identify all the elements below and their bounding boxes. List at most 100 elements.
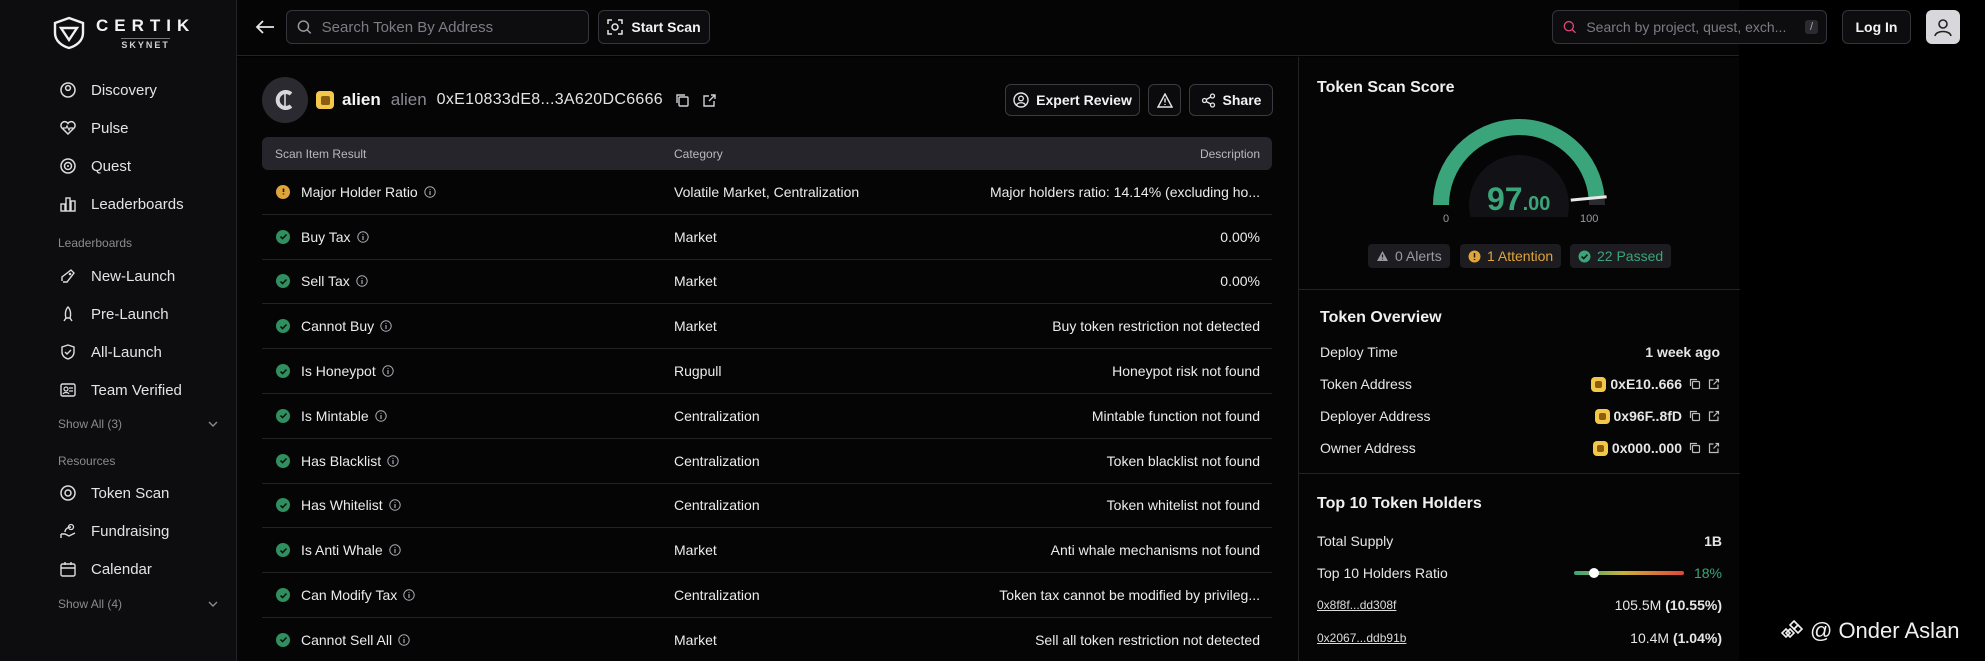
sidebar-item-pulse[interactable]: Pulse (58, 115, 129, 141)
table-row[interactable]: Cannot Buy Market Buy token restriction no… (262, 304, 1272, 350)
start-scan-button[interactable]: Start Scan (598, 10, 710, 44)
sidebar-item-all-launch[interactable]: All-Launch (58, 339, 162, 365)
info-icon[interactable] (387, 454, 399, 467)
holders-ratio-label: Top 10 Holders Ratio (1317, 565, 1448, 581)
table-row[interactable]: Is Mintable Centralization Mintable functi… (262, 394, 1272, 439)
holders-ratio-bar (1573, 568, 1684, 578)
info-icon[interactable] (398, 634, 410, 646)
external-link-icon[interactable] (1708, 442, 1720, 454)
scan-icon (607, 19, 624, 35)
scan-description-cell: Token whitelist not found (1106, 497, 1260, 514)
column-header-result: Scan Item Result (275, 146, 367, 161)
discovery-icon (58, 80, 78, 100)
login-button[interactable]: Log In (1842, 10, 1911, 44)
sidebar-item-fundraising[interactable]: Fundraising (58, 518, 169, 544)
project-search-box[interactable]: / (1552, 10, 1827, 44)
avatar[interactable] (1926, 10, 1960, 44)
sidebar-item-label: New-Launch (91, 267, 176, 285)
project-search-input[interactable] (1586, 19, 1799, 35)
external-link-icon[interactable] (702, 93, 717, 108)
copy-icon[interactable] (1689, 378, 1701, 390)
sidebar-item-calendar[interactable]: Calendar (58, 556, 152, 582)
sidebar-item-new-launch[interactable]: New-Launch (58, 263, 175, 289)
sidebar-item-discovery[interactable]: Discovery (58, 77, 157, 103)
leaderboards-section-title: Leaderboards (58, 236, 133, 250)
gauge-min-label: 0 (1443, 213, 1450, 225)
token-name: alien (390, 90, 427, 109)
overview-value[interactable]: 0xE10..666 (1610, 376, 1682, 392)
overview-value[interactable]: 0x96F..8fD (1614, 408, 1682, 424)
sidebar-item-token-scan[interactable]: Token Scan (58, 480, 169, 506)
table-row[interactable]: Sell Tax Market 0.00% (262, 260, 1272, 305)
certik-logo[interactable]: CERTIK SKYNET (52, 16, 195, 50)
external-link-icon[interactable] (1708, 410, 1720, 422)
scan-item-name: Is Honeypot (301, 363, 376, 380)
back-button[interactable] (252, 14, 278, 40)
info-icon[interactable] (356, 230, 369, 243)
sidebar-item-label: Quest (91, 157, 132, 175)
table-row[interactable]: Has Blacklist Centralization Token blackli… (262, 439, 1272, 484)
holder-row: 0x8f8f...dd308f 105.5M (10.55%) (1317, 594, 1722, 616)
scan-category-cell: Centralization (674, 407, 760, 424)
sidebar-item-label: Fundraising (91, 522, 170, 540)
scan-item-cell: Buy Tax (262, 229, 672, 245)
sidebar-item-label: Pre-Launch (91, 305, 169, 323)
scan-item-name: Can Modify Tax (301, 587, 398, 604)
overview-row-deployer-address: Deployer Address 0x96F..8fD (1320, 405, 1720, 427)
info-icon[interactable] (380, 320, 392, 332)
external-link-icon[interactable] (1708, 378, 1720, 390)
table-row[interactable]: Cannot Sell All Market Sell all token rest… (262, 618, 1272, 661)
copy-icon[interactable] (675, 93, 690, 108)
check-circle-icon (276, 453, 290, 468)
search-icon (297, 20, 312, 34)
scan-category-cell: Market (674, 318, 717, 335)
column-header-description: Description (1199, 146, 1260, 161)
table-row[interactable]: Is Honeypot Rugpull Honeypot risk not foun… (262, 349, 1272, 394)
total-supply-value: 1B (1704, 533, 1722, 549)
holder-address-link[interactable]: 0x8f8f...dd308f (1317, 598, 1396, 612)
copy-icon[interactable] (1689, 442, 1701, 454)
info-icon[interactable] (382, 365, 394, 377)
overview-value[interactable]: 0x000..000 (1612, 440, 1682, 456)
expert-review-button[interactable]: Expert Review (1005, 84, 1140, 116)
table-row[interactable]: Major Holder Ratio Volatile Market, Centr… (262, 170, 1272, 215)
sidebar-item-leaderboards[interactable]: Leaderboards (58, 191, 184, 217)
table-row[interactable]: Has Whitelist Centralization Token whiteli… (262, 484, 1272, 529)
info-icon[interactable] (424, 186, 436, 198)
pre-launch-icon (58, 304, 78, 324)
overview-value: 1 week ago (1645, 344, 1720, 360)
table-row[interactable]: Buy Tax Market 0.00% (262, 215, 1272, 260)
scan-item-cell: Sell Tax (262, 273, 672, 289)
holder-row: 0x2067...ddb91b 10.4M (1.04%) (1317, 627, 1722, 649)
scan-item-cell: Major Holder Ratio (262, 184, 672, 200)
sidebar-item-pre-launch[interactable]: Pre-Launch (58, 301, 169, 327)
scan-item-cell: Is Anti Whale (262, 542, 672, 558)
right-panel: Token Scan Score 97.00 0 100 0 Alerts 1 … (1298, 57, 1740, 661)
table-row[interactable]: Can Modify Tax Centralization Token tax ca… (262, 573, 1272, 618)
info-icon[interactable] (389, 544, 401, 556)
scan-item-name: Buy Tax (301, 228, 351, 245)
share-icon (1201, 92, 1215, 108)
check-circle-icon (276, 274, 290, 289)
attention-count: 1 Attention (1487, 248, 1554, 264)
holder-address-link[interactable]: 0x2067...ddb91b (1317, 631, 1406, 645)
token-search-input[interactable] (321, 18, 588, 36)
scan-category-cell: Centralization (674, 497, 760, 514)
token-search-box[interactable] (286, 10, 589, 44)
show-all-resources[interactable]: Show All (4) (58, 597, 218, 611)
table-row[interactable]: Is Anti Whale Market Anti whale mechanisms… (262, 528, 1272, 574)
sidebar-item-team-verified[interactable]: Team Verified (58, 377, 182, 403)
info-icon[interactable] (375, 410, 387, 422)
sidebar-item-quest[interactable]: Quest (58, 153, 131, 179)
show-all-label: Show All (3) (58, 417, 123, 431)
info-icon[interactable] (388, 499, 401, 512)
check-circle-icon (276, 632, 290, 647)
info-icon[interactable] (403, 589, 415, 601)
copy-icon[interactable] (1689, 410, 1701, 422)
share-button[interactable]: Share (1189, 84, 1273, 116)
info-icon[interactable] (356, 275, 368, 288)
check-circle-icon (276, 408, 290, 423)
show-all-leaderboards[interactable]: Show All (3) (58, 417, 218, 431)
report-button[interactable] (1148, 84, 1181, 116)
token-address-value: 0xE10..666 (1591, 376, 1720, 392)
